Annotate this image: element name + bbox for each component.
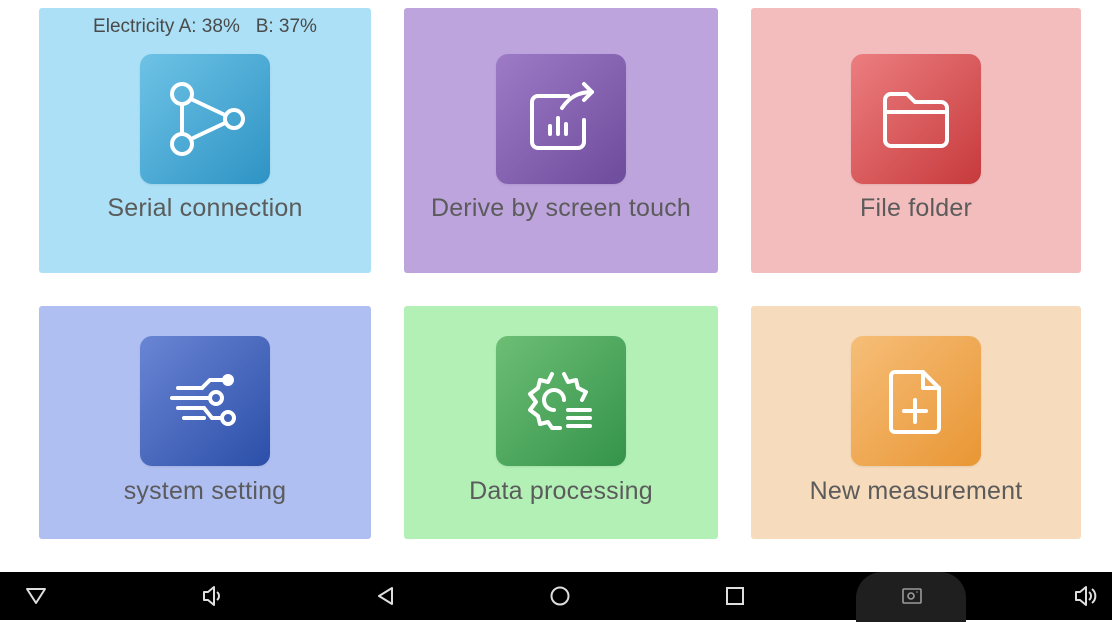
gear-list-icon [496, 336, 626, 466]
screenshot-button[interactable] [890, 572, 934, 620]
tile-label-system-setting: system setting [123, 477, 287, 505]
tile-derive-by-screen-touch[interactable]: Derive by screen touch [404, 8, 718, 273]
tile-data-processing[interactable]: Data processing [404, 306, 718, 539]
screenshot-icon [902, 588, 922, 604]
back-icon [378, 587, 393, 605]
recents-icon [726, 587, 744, 605]
tile-serial-connection[interactable]: Electricity A: 38% B: 37% Serial connect… [39, 8, 371, 273]
volume-down-icon [203, 586, 220, 606]
navigation-bar [0, 572, 1112, 622]
tile-label-new-measurement: New measurement [809, 477, 1023, 505]
hide-nav-button[interactable] [16, 572, 56, 620]
recents-button[interactable] [713, 572, 757, 620]
folder-icon [851, 54, 981, 184]
battery-b: B: 37% [255, 16, 317, 37]
share-nodes-icon [140, 54, 270, 184]
tile-system-setting[interactable]: system setting [39, 306, 371, 539]
file-plus-icon [851, 336, 981, 466]
volume-up-button[interactable] [1064, 572, 1108, 620]
hide-nav-icon [26, 588, 46, 604]
tile-label-derive-by-screen-touch: Derive by screen touch [430, 194, 692, 222]
tile-label-file-folder: File folder [860, 194, 972, 222]
chart-export-icon [496, 54, 626, 184]
battery-a: A: 38% [178, 16, 240, 37]
volume-up-icon [1075, 586, 1097, 606]
tile-label-serial-connection: Serial connection [107, 194, 303, 222]
home-button[interactable] [538, 572, 582, 620]
back-button[interactable] [364, 572, 408, 620]
tile-file-folder[interactable]: File folder [751, 8, 1081, 273]
volume-down-button[interactable] [190, 572, 234, 620]
battery-status: Electricity A: 38% B: 37% [39, 16, 371, 38]
battery-label: Electricity [93, 16, 175, 37]
tile-new-measurement[interactable]: New measurement [751, 306, 1081, 539]
home-icon [550, 586, 570, 606]
circuit-settings-icon [140, 336, 270, 466]
tile-label-data-processing: Data processing [469, 477, 653, 505]
